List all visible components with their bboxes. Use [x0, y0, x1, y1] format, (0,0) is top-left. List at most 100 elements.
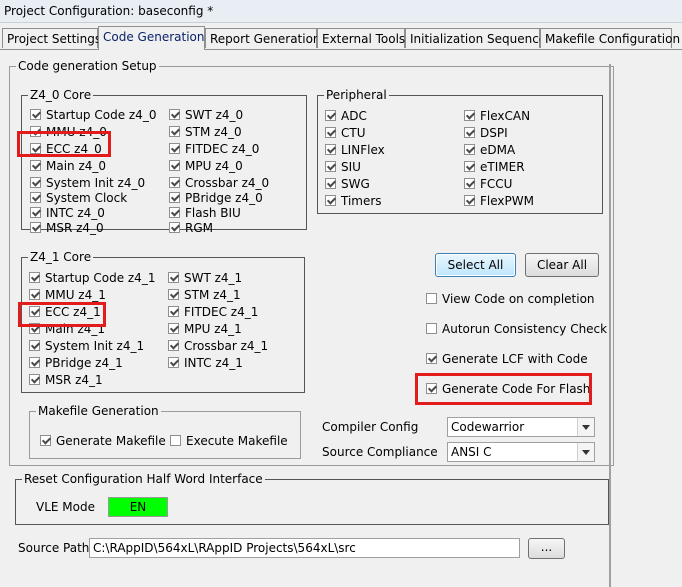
checkbox-box[interactable]: [426, 383, 437, 394]
tab-label: Report Generation: [210, 32, 321, 46]
checkbox-box[interactable]: [30, 143, 41, 154]
chevron-down-icon[interactable]: [577, 418, 594, 436]
checkbox-label: SWG: [341, 177, 370, 191]
tab-initialization-sequence[interactable]: Initialization Sequence: [405, 28, 546, 48]
checkbox-label: MMU z4_0: [46, 125, 107, 139]
select-value: ANSI C: [451, 445, 492, 459]
checkbox-box[interactable]: [169, 143, 180, 154]
tab-label: Makefile Configuration: [545, 32, 681, 46]
browse-button[interactable]: ...: [528, 538, 565, 559]
tab-label: External Tools: [322, 32, 406, 46]
button-label: Clear All: [536, 258, 588, 272]
checkbox-box[interactable]: [30, 126, 41, 137]
chevron-down-icon[interactable]: [577, 443, 594, 461]
checkbox-box[interactable]: [169, 192, 180, 203]
checkbox-label: Startup Code z4_1: [45, 271, 156, 285]
checkbox-box[interactable]: [29, 323, 40, 334]
checkbox-box[interactable]: [30, 177, 41, 188]
checkbox-box[interactable]: [464, 195, 475, 206]
checkbox-box[interactable]: [325, 195, 336, 206]
group-legend: Makefile Generation: [36, 404, 161, 418]
checkbox-box[interactable]: [464, 161, 475, 172]
checkbox-label: View Code on completion: [442, 292, 595, 306]
tab-report-generation[interactable]: Report Generation: [205, 28, 321, 48]
checkbox-box[interactable]: [325, 110, 336, 121]
select-all-button[interactable]: Select All: [435, 253, 516, 277]
checkbox-box[interactable]: [170, 435, 181, 446]
compiler-config-label: Compiler Config: [322, 420, 419, 434]
checkbox-box[interactable]: [169, 177, 180, 188]
checkbox-box[interactable]: [169, 109, 180, 120]
checkbox-label: PBridge z4_0: [185, 191, 263, 205]
checkbox-box[interactable]: [169, 160, 180, 171]
checkbox-box[interactable]: [168, 289, 179, 300]
checkbox-box[interactable]: [426, 293, 437, 304]
checkbox-box[interactable]: [168, 323, 179, 334]
checkbox-label: Generate Makefile: [56, 434, 166, 448]
tab-external-tools[interactable]: External Tools: [317, 28, 405, 48]
checkbox-box[interactable]: [169, 207, 180, 218]
select-value: Codewarrior: [451, 420, 525, 434]
vle-mode-value: EN: [129, 500, 147, 514]
vle-mode-toggle[interactable]: EN: [108, 497, 168, 517]
checkbox-box[interactable]: [168, 340, 179, 351]
checkbox-label: eTIMER: [480, 160, 525, 174]
checkbox-box[interactable]: [168, 306, 179, 317]
source-path-input[interactable]: C:\RAppID\564xL\RAppID Projects\564xL\sr…: [89, 538, 520, 558]
tab-project-settings[interactable]: Project Settings: [2, 28, 101, 48]
tab-code-generation[interactable]: Code Generation: [98, 26, 205, 50]
checkbox-label: Crossbar z4_0: [185, 176, 270, 190]
checkbox-box[interactable]: [426, 353, 437, 364]
checkbox-label: CTU: [341, 126, 366, 140]
checkbox-label: FlexCAN: [480, 109, 531, 123]
checkbox-box[interactable]: [464, 144, 475, 155]
checkbox-box[interactable]: [29, 374, 40, 385]
checkbox-label: FlexPWM: [480, 194, 534, 208]
checkbox-label: INTC z4_0: [46, 206, 105, 220]
checkbox-box[interactable]: [30, 109, 41, 120]
checkbox-box[interactable]: [40, 435, 51, 446]
source-compliance-select[interactable]: ANSI C: [447, 442, 595, 462]
checkbox-label: System Init z4_1: [45, 339, 145, 353]
button-label: Select All: [447, 258, 504, 272]
window-title-bar: Project Configuration: baseconfig *: [0, 0, 682, 23]
checkbox-box[interactable]: [325, 127, 336, 138]
checkbox-box[interactable]: [30, 160, 41, 171]
checkbox-label: ECC z4_0: [46, 142, 102, 156]
checkbox-box[interactable]: [29, 289, 40, 300]
checkbox-box[interactable]: [464, 127, 475, 138]
checkbox-box[interactable]: [464, 110, 475, 121]
checkbox-box[interactable]: [426, 323, 437, 334]
checkbox-label: RGM: [185, 221, 213, 235]
checkbox-label: Generate LCF with Code: [442, 352, 588, 366]
checkbox-label: FCCU: [480, 177, 513, 191]
checkbox-box[interactable]: [169, 222, 180, 233]
checkbox-box[interactable]: [29, 272, 40, 283]
checkbox-box[interactable]: [168, 357, 179, 368]
checkbox-label: Flash BIU: [185, 206, 241, 220]
compiler-config-select[interactable]: Codewarrior: [447, 417, 595, 437]
checkbox-box[interactable]: [169, 126, 180, 137]
checkbox-box[interactable]: [30, 192, 41, 203]
checkbox-box[interactable]: [29, 306, 40, 317]
checkbox-box[interactable]: [29, 357, 40, 368]
checkbox-box[interactable]: [29, 340, 40, 351]
tab-makefile-configuration[interactable]: Makefile Configuration: [540, 28, 680, 48]
checkbox-box[interactable]: [168, 272, 179, 283]
checkbox-box[interactable]: [325, 161, 336, 172]
checkbox-label: STM z4_0: [185, 125, 242, 139]
clear-all-button[interactable]: Clear All: [525, 253, 599, 277]
checkbox-box[interactable]: [30, 207, 41, 218]
checkbox-box[interactable]: [325, 144, 336, 155]
checkbox-label: MMU z4_1: [45, 288, 106, 302]
checkbox-label: SWT z4_1: [184, 271, 243, 285]
tab-label: Code Generation: [103, 30, 205, 44]
tab-strip: Project Settings Code Generation Report …: [0, 26, 682, 50]
checkbox-box[interactable]: [464, 178, 475, 189]
checkbox-label: ADC: [341, 109, 367, 123]
button-label: ...: [540, 540, 553, 554]
checkbox-box[interactable]: [325, 178, 336, 189]
checkbox-label: Main z4_1: [45, 322, 106, 336]
checkbox-box[interactable]: [30, 222, 41, 233]
checkbox-label: eDMA: [480, 143, 516, 157]
